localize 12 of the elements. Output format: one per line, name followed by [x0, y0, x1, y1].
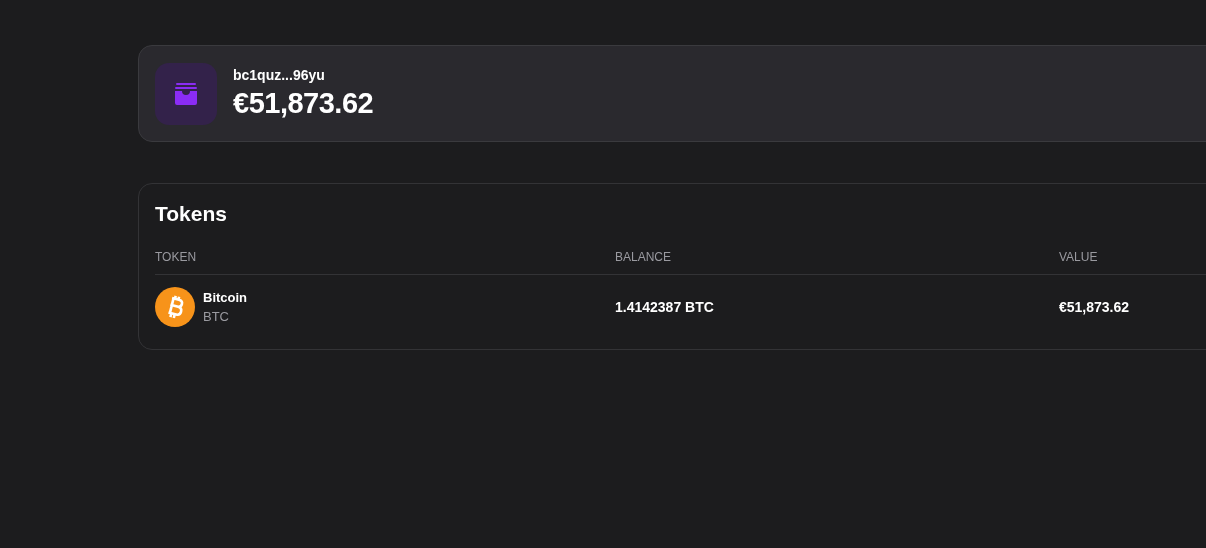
wallet-icon — [155, 62, 217, 125]
token-name: Bitcoin — [203, 290, 248, 305]
token-balance: 1.4142387 BTC — [615, 299, 715, 315]
column-header: VALUE — [1059, 250, 1099, 264]
wallet-address: bc1quz...96yu — [233, 67, 326, 83]
column-header: TOKEN — [155, 250, 198, 264]
bitcoin-icon — [155, 287, 195, 327]
column-header: BALANCE — [615, 250, 673, 264]
token-symbol: BTC — [203, 309, 230, 324]
token-value: €51,873.62 — [1059, 299, 1131, 315]
section-title: Tokens — [155, 202, 228, 226]
total-balance: €51,873.62 — [233, 87, 374, 120]
